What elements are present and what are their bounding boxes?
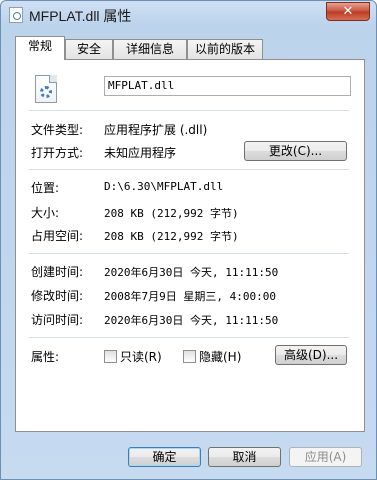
modified-label: 修改时间: — [31, 289, 84, 303]
divider — [29, 253, 349, 254]
opens-with-label: 打开方式: — [31, 146, 84, 160]
tab-details[interactable]: 详细信息 — [113, 39, 187, 60]
close-button[interactable]: ✕ — [326, 2, 370, 21]
accessed-label: 访问时间: — [31, 313, 84, 327]
created-value: 2020年6月30日 今天, 11:11:50 — [104, 266, 279, 279]
tab-security[interactable]: 安全 — [65, 39, 113, 60]
size-on-disk-value: 208 KB (212,992 字节) — [104, 230, 239, 243]
window-title: MFPLAT.dll 属性 — [29, 8, 132, 24]
readonly-label[interactable]: 只读(R) — [120, 348, 162, 365]
divider — [29, 337, 349, 338]
divider — [29, 110, 349, 111]
tab-general[interactable]: 常规 — [15, 36, 65, 60]
advanced-button[interactable]: 高级(D)... — [275, 345, 347, 365]
readonly-checkbox[interactable] — [104, 350, 117, 363]
accessed-value: 2020年6月30日 今天, 11:11:50 — [104, 314, 279, 327]
size-on-disk-label: 占用空间: — [31, 229, 84, 243]
ok-button[interactable]: 确定 — [128, 447, 201, 467]
modified-value: 2008年7月9日 星期三, 4:00:00 — [104, 290, 276, 303]
tab-strip: 常规 安全 详细信息 以前的版本 — [15, 36, 365, 60]
title-bar[interactable]: MFPLAT.dll 属性 ✕ — [1, 1, 376, 29]
opens-with-value: 未知应用程序 — [104, 146, 177, 160]
file-name-field[interactable]: MFPLAT.dll — [104, 76, 351, 96]
general-panel: MFPLAT.dll 文件类型: 应用程序扩展 (.dll) 打开方式: 未知应… — [15, 59, 365, 432]
size-value: 208 KB (212,992 字节) — [104, 207, 239, 220]
hidden-checkbox[interactable] — [183, 350, 196, 363]
cancel-button[interactable]: 取消 — [208, 447, 281, 467]
hidden-label[interactable]: 隐藏(H) — [199, 348, 241, 365]
size-label: 大小: — [31, 206, 60, 220]
file-type-value: 应用程序扩展 (.dll) — [104, 123, 208, 137]
dll-file-icon — [9, 7, 23, 23]
location-value[interactable]: D:\6.30\MFPLAT.dll — [104, 180, 223, 193]
properties-window: MFPLAT.dll 属性 ✕ 常规 安全 详细信息 以前的版本 MFPLAT.… — [0, 0, 377, 480]
change-button[interactable]: 更改(C)... — [244, 141, 347, 161]
apply-button[interactable]: 应用(A) — [289, 447, 362, 467]
attributes-label: 属性: — [31, 350, 60, 364]
gear-icon — [40, 86, 52, 98]
created-label: 创建时间: — [31, 265, 84, 279]
location-label: 位置: — [31, 181, 60, 195]
tab-previous-versions[interactable]: 以前的版本 — [187, 39, 263, 60]
file-type-label: 文件类型: — [31, 123, 84, 137]
dll-gear-file-icon — [35, 75, 57, 103]
divider — [29, 169, 349, 170]
